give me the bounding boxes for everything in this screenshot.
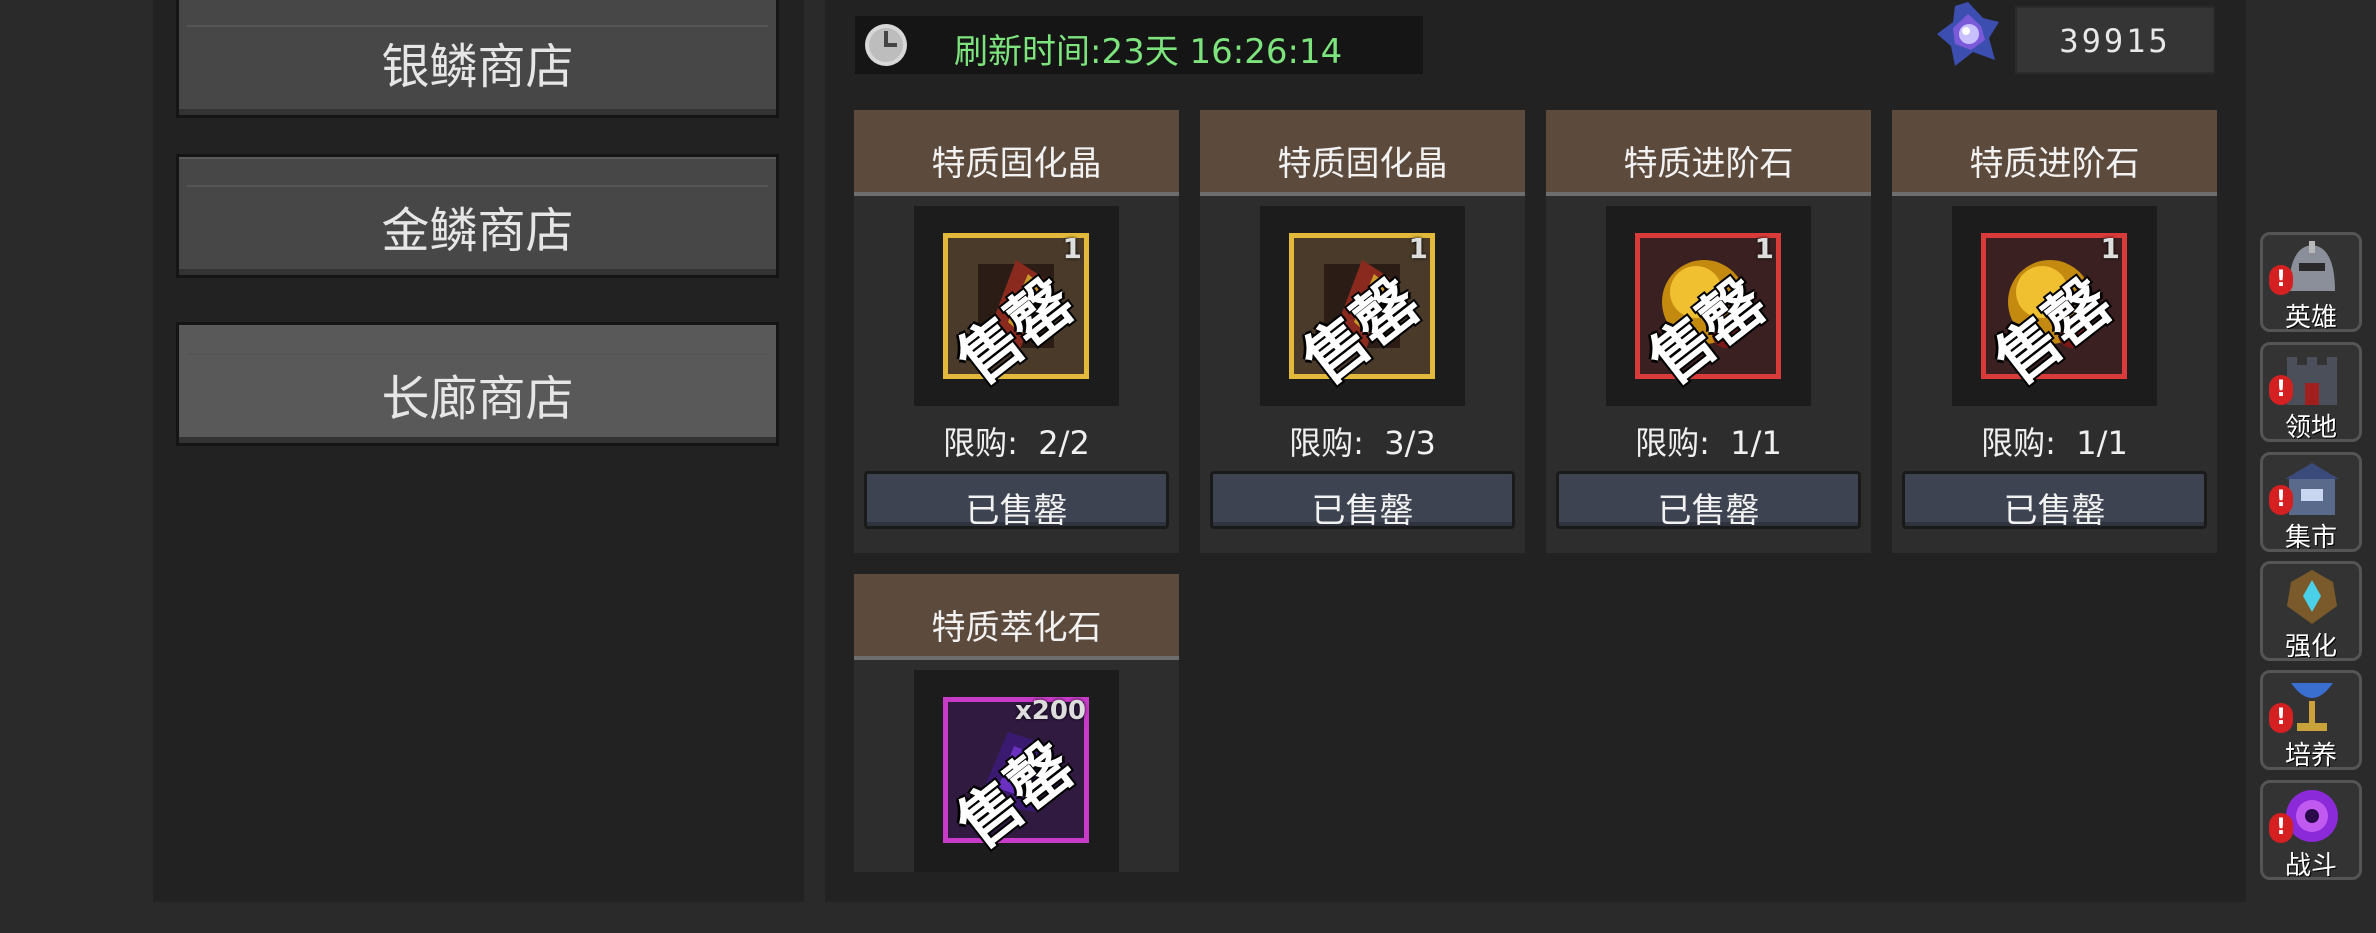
purchase-limit: 限购: 1/1 <box>1635 424 1782 462</box>
item-quantity: 1 <box>1408 232 1428 265</box>
enhance-emblem-icon <box>2287 570 2337 624</box>
shop-main-panel: 刷新时间:23天 16:26:14 39915 特质固化晶 1 售罄 限购: 2… <box>825 0 2246 902</box>
button-label: 已售罄 <box>1657 491 1760 531</box>
shop-tab-label: 长廊商店 <box>381 371 574 427</box>
nav-label: 强化 <box>2284 632 2337 662</box>
card-header: 特质进阶石 <box>1546 110 1871 196</box>
item-quantity: 1 <box>1754 232 1774 265</box>
item-title: 特质固化晶 <box>931 144 1102 184</box>
item-icon-slot[interactable]: 1 售罄 <box>1260 206 1465 406</box>
nav-label: 英雄 <box>2284 303 2337 333</box>
advance-stone-icon: 1 售罄 <box>1635 232 1781 398</box>
refresh-timer: 刷新时间:23天 16:26:14 <box>855 16 1423 74</box>
card-header: 特质固化晶 <box>1200 110 1525 196</box>
divider <box>187 353 768 355</box>
item-icon-slot[interactable]: x200 售罄 <box>914 670 1119 872</box>
crystal-gem-icon <box>1937 2 1999 66</box>
divider <box>187 185 768 187</box>
nav-market-button[interactable]: ! 集市 <box>2260 452 2362 553</box>
nav-enhance-button[interactable]: 强化 <box>2260 561 2362 662</box>
item-quantity: 1 <box>2100 232 2120 265</box>
item-icon-slot[interactable]: 1 售罄 <box>1606 206 1811 406</box>
alert-badge: ! <box>2269 813 2293 843</box>
alert-badge: ! <box>2269 485 2293 515</box>
button-label: 已售罄 <box>2003 491 2106 531</box>
item-title: 特质进阶石 <box>1969 144 2140 184</box>
shop-item-card: 特质固化晶 1 售罄 限购: 3/3 已售罄 <box>1200 110 1525 553</box>
item-icon-slot[interactable]: 1 售罄 <box>914 206 1119 406</box>
nav-label: 集市 <box>2284 523 2337 553</box>
shop-item-card: 特质进阶石 1 售罄 限购: 1/1 已售罄 <box>1892 110 2217 553</box>
item-title: 特质进阶石 <box>1623 144 1794 184</box>
card-header: 特质固化晶 <box>854 110 1179 196</box>
nav-label: 培养 <box>2284 741 2337 771</box>
nav-territory-button[interactable]: ! 领地 <box>2260 342 2362 443</box>
sold-out-button[interactable]: 已售罄 <box>864 471 1169 531</box>
shop-item-card: 特质固化晶 1 售罄 限购: 2/2 已售罄 <box>854 110 1179 553</box>
sold-out-button[interactable]: 已售罄 <box>1556 471 1861 531</box>
nav-hero-button[interactable]: ! 英雄 <box>2260 232 2362 333</box>
clock-icon <box>865 24 907 66</box>
alert-badge: ! <box>2269 703 2293 733</box>
extract-stone-icon: x200 售罄 <box>943 696 1089 862</box>
side-navigation: ! 英雄 ! 领地 ! 集市 强化 ! 培养 ! 战斗 <box>2256 0 2376 933</box>
button-label: 已售罄 <box>1311 491 1414 531</box>
nav-battle-button[interactable]: ! 战斗 <box>2260 780 2362 881</box>
item-title: 特质萃化石 <box>931 608 1102 648</box>
shop-tab-gold-scale[interactable]: 金鳞商店 <box>176 154 779 278</box>
shop-list-panel: 银鳞商店 金鳞商店 长廊商店 <box>153 0 804 902</box>
item-title: 特质固化晶 <box>1277 144 1448 184</box>
card-header: 特质进阶石 <box>1892 110 2217 196</box>
nav-label: 领地 <box>2284 413 2337 443</box>
refresh-timer-text: 刷新时间:23天 16:26:14 <box>954 32 1343 72</box>
purchase-limit: 限购: 2/2 <box>943 424 1090 462</box>
solidify-crystal-icon: 1 售罄 <box>1289 232 1435 398</box>
item-icon-slot[interactable]: 1 售罄 <box>1952 206 2157 406</box>
shop-item-card: 特质进阶石 1 售罄 限购: 1/1 已售罄 <box>1546 110 1871 553</box>
sold-out-button[interactable]: 已售罄 <box>1902 471 2207 531</box>
purchase-limit: 限购: 1/1 <box>1981 424 2128 462</box>
shop-tab-silver-scale[interactable]: 银鳞商店 <box>176 0 779 118</box>
currency-value: 39915 <box>2059 22 2171 60</box>
alert-badge: ! <box>2269 265 2293 295</box>
button-label: 已售罄 <box>965 491 1068 531</box>
solidify-crystal-icon: 1 售罄 <box>943 232 1089 398</box>
shop-tab-label: 金鳞商店 <box>381 203 574 259</box>
card-header: 特质萃化石 <box>854 574 1179 660</box>
shop-tab-label: 银鳞商店 <box>381 39 574 95</box>
alert-badge: ! <box>2269 375 2293 405</box>
shop-item-card: 特质萃化石 x200 售罄 <box>854 574 1179 872</box>
shop-tab-corridor[interactable]: 长廊商店 <box>176 322 779 446</box>
advance-stone-icon: 1 售罄 <box>1981 232 2127 398</box>
item-quantity: 1 <box>1062 232 1082 265</box>
sold-out-button[interactable]: 已售罄 <box>1210 471 1515 531</box>
nav-label: 战斗 <box>2284 851 2337 881</box>
purchase-limit: 限购: 3/3 <box>1289 424 1436 462</box>
nav-cultivate-button[interactable]: ! 培养 <box>2260 670 2362 771</box>
currency-display: 39915 <box>2015 6 2215 74</box>
